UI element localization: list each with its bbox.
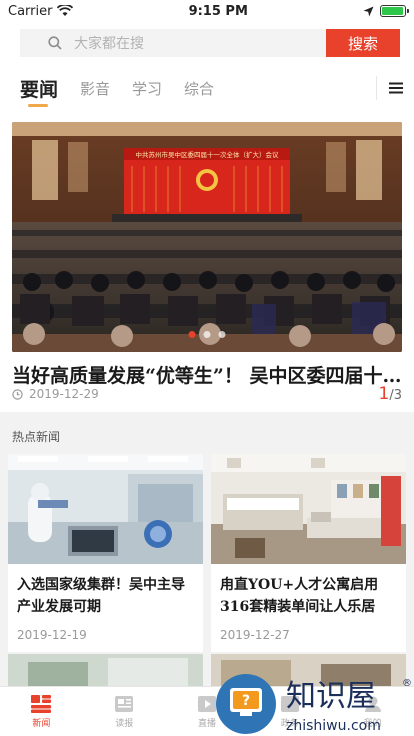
stage-banner-text: 中共苏州市吴中区委四届十一次全体（扩大）会议 — [136, 150, 280, 159]
watermark-domain: zhishiwu.com — [286, 718, 381, 734]
play-icon — [197, 695, 216, 712]
search-input[interactable]: 大家都在搜 — [20, 29, 326, 57]
carousel-dots — [188, 331, 226, 338]
featured-image[interactable]: 中共苏州市吴中区委四届十一次全体（扩大）会议 — [12, 122, 402, 352]
menu-icon — [388, 82, 403, 94]
news-card-title: 甪直YOU+人才公寓启用 316套精装单间让人乐居 — [220, 577, 379, 615]
watermark-brand: 知识屋 — [286, 679, 376, 714]
battery-icon — [379, 5, 409, 17]
news-card[interactable]: 入选国家级集群！吴中主导产业发展可期 2019-12-19 — [8, 454, 203, 652]
news-card[interactable] — [8, 654, 203, 686]
conference-hall-photo: 中共苏州市吴中区委四届十一次全体（扩大）会议 — [12, 122, 402, 352]
nav-newspaper-label: 读报 — [115, 718, 134, 729]
carousel-dot[interactable] — [203, 331, 211, 338]
news-card-date: 2019-12-19 — [17, 628, 87, 642]
newspaper-icon — [115, 695, 134, 712]
nav-live-label: 直播 — [197, 718, 216, 729]
news-icon — [31, 694, 52, 713]
tab-study[interactable]: 学习 — [132, 64, 162, 112]
nav-news-label: 新闻 — [32, 718, 51, 729]
nav-newspaper[interactable]: 读报 — [83, 687, 166, 736]
featured-date-group: 2019-12-29 — [12, 387, 99, 401]
clock-icon — [12, 388, 23, 400]
page-indicator: 1/3 — [379, 384, 402, 404]
search-placeholder: 大家都在搜 — [74, 36, 144, 52]
search-icon — [48, 36, 62, 50]
featured-meta: 2019-12-29 1/3 — [12, 384, 402, 404]
total-pages: /3 — [389, 388, 402, 403]
svg-text:?: ? — [242, 693, 250, 709]
carousel-dot[interactable] — [188, 331, 196, 338]
site-watermark: ? 知识屋 ® zhishiwu.com — [216, 674, 412, 734]
tab-general[interactable]: 综合 — [184, 64, 214, 112]
clock: 9:15 PM — [188, 3, 248, 19]
current-page: 1 — [378, 384, 390, 404]
featured-date: 2019-12-29 — [29, 387, 99, 401]
wifi-icon — [57, 5, 74, 16]
news-card[interactable]: 甪直YOU+人才公寓启用 316套精装单间让人乐居 2019-12-27 — [211, 454, 406, 652]
news-card-date: 2019-12-27 — [220, 628, 290, 642]
tab-headlines[interactable]: 要闻 — [20, 64, 58, 112]
channel-menu-button[interactable] — [376, 76, 414, 100]
status-right — [363, 5, 409, 17]
tab-media[interactable]: 影音 — [80, 64, 110, 112]
nav-news[interactable]: 新闻 — [0, 687, 83, 736]
news-card-image — [211, 454, 406, 564]
channel-tabs: 要闻 影音 学习 综合 — [0, 64, 414, 112]
search-button[interactable]: 搜索 — [326, 29, 400, 57]
hot-news-heading: 热点新闻 — [12, 430, 61, 444]
carrier-label: Carrier — [8, 3, 53, 19]
status-bar: Carrier 9:15 PM — [0, 0, 414, 22]
location-arrow-icon — [363, 6, 374, 16]
news-card-image — [8, 654, 203, 686]
status-left: Carrier — [8, 3, 74, 19]
hot-news-section: 热点新闻 入选国家级集群！吴中主导产业发展可期 2019-12-19 甪直YOU… — [0, 420, 414, 686]
featured-carousel: 中共苏州市吴中区委四届十一次全体（扩大）会议 当好高质量发展“优等生”！ 吴中区… — [0, 112, 414, 412]
battery-level — [381, 7, 403, 15]
search-row: 大家都在搜 搜索 — [0, 22, 414, 64]
news-card-title: 入选国家级集群！吴中主导产业发展可期 — [17, 577, 185, 615]
carousel-dot[interactable] — [218, 331, 226, 338]
news-card-image — [8, 454, 203, 564]
svg-text:®: ® — [402, 678, 412, 689]
